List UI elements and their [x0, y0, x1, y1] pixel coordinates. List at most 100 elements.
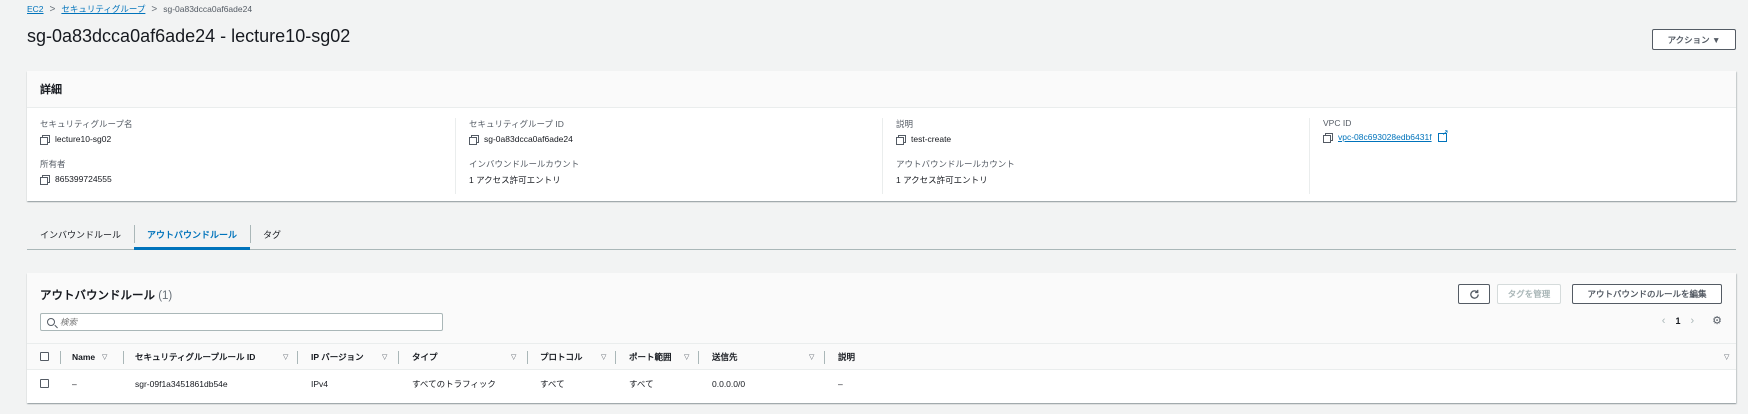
- manage-tags-button[interactable]: タグを管理: [1497, 284, 1561, 304]
- description-value-row: test-create: [896, 134, 952, 145]
- column-header-description[interactable]: 説明: [838, 344, 855, 369]
- cell-protocol: すべて: [540, 378, 565, 389]
- copy-icon[interactable]: [40, 134, 50, 145]
- vpc-id-link[interactable]: vpc-08c693028edb6431f: [1338, 132, 1432, 142]
- sort-icon[interactable]: ▽: [684, 353, 689, 361]
- select-all-checkbox[interactable]: [40, 352, 49, 361]
- select-all-checkbox-cell: [40, 344, 49, 369]
- copy-icon[interactable]: [896, 134, 906, 145]
- description-value: test-create: [911, 134, 952, 144]
- sg-name-value-row: lecture10-sg02: [40, 134, 132, 145]
- cell-type: すべてのトラフィック: [412, 378, 496, 389]
- details-column-1: セキュリティグループ名 lecture10-sg02 所有者 865399724…: [27, 118, 454, 194]
- details-grid: セキュリティグループ名 lecture10-sg02 所有者 865399724…: [27, 108, 1736, 201]
- actions-button[interactable]: アクション ▼: [1652, 29, 1736, 50]
- tab-inbound-rules[interactable]: インバウンドルール: [27, 220, 134, 249]
- cell-port-range: すべて: [629, 378, 654, 389]
- column-header-destination[interactable]: 送信先: [712, 344, 738, 369]
- search-icon: [47, 318, 55, 326]
- column-header-ip-version[interactable]: IP バージョン: [311, 344, 364, 369]
- tab-outbound-rules[interactable]: アウトバウンドルール: [134, 220, 251, 250]
- tab-tags[interactable]: タグ: [250, 220, 294, 249]
- column-divider[interactable]: [698, 351, 699, 364]
- vpc-id-label: VPC ID: [1323, 118, 1352, 128]
- table-header: Name ▽ セキュリティグループルール ID ▽ IP バージョン ▽ タイプ…: [27, 343, 1736, 370]
- edit-outbound-rules-button[interactable]: アウトバウンドのルールを編集: [1572, 284, 1722, 304]
- cell-destination: 0.0.0.0/0: [712, 378, 746, 389]
- cell-rule-id: sgr-09f1a3451861db54e: [135, 378, 228, 389]
- details-column-2: セキュリティグループ ID sg-0a83dcca0af6ade24 インバウン…: [455, 118, 882, 194]
- sg-id-label: セキュリティグループ ID: [469, 119, 564, 129]
- search-field[interactable]: [40, 313, 443, 331]
- outbound-count-value: 1 アクセス許可エントリ: [896, 175, 988, 185]
- cell-ip-version: IPv4: [311, 378, 329, 389]
- description-item: 説明 test-create: [896, 118, 952, 145]
- outbound-rules-panel: アウトバウンドルール (1) タグを管理 アウトバウンドのルールを編集 ‹ 1 …: [27, 273, 1736, 403]
- sort-icon[interactable]: ▽: [283, 353, 288, 361]
- copy-icon[interactable]: [469, 134, 479, 145]
- row-checkbox-cell: [40, 370, 49, 397]
- breadcrumb-separator: >: [151, 3, 158, 15]
- row-checkbox[interactable]: [40, 379, 49, 388]
- sg-id-value-row: sg-0a83dcca0af6ade24: [469, 134, 573, 145]
- rules-title: アウトバウンドルール (1): [40, 287, 172, 303]
- gear-icon[interactable]: ⚙: [1712, 314, 1722, 327]
- breadcrumb: EC2 > セキュリティグループ > sg-0a83dcca0af6ade24: [27, 3, 252, 15]
- column-divider[interactable]: [398, 351, 399, 364]
- column-divider[interactable]: [123, 351, 124, 364]
- sort-icon[interactable]: ▽: [809, 353, 814, 361]
- column-divider[interactable]: [297, 351, 298, 364]
- current-page-number[interactable]: 1: [1675, 316, 1680, 326]
- table-row: – sgr-09f1a3451861db54e IPv4 すべてのトラフィック …: [27, 370, 1736, 397]
- inbound-count-label: インバウンドルールカウント: [469, 159, 580, 169]
- refresh-button[interactable]: [1458, 284, 1490, 304]
- cell-name: –: [72, 378, 77, 389]
- owner-value: 865399724555: [55, 174, 112, 184]
- copy-icon[interactable]: [1323, 132, 1333, 143]
- inbound-count-item: インバウンドルールカウント 1 アクセス許可エントリ: [469, 158, 579, 186]
- sg-id-item: セキュリティグループ ID sg-0a83dcca0af6ade24: [469, 118, 573, 145]
- search-input[interactable]: [60, 317, 420, 327]
- sort-icon[interactable]: ▽: [382, 353, 387, 361]
- sort-icon[interactable]: ▽: [601, 353, 606, 361]
- details-column-4: VPC ID vpc-08c693028edb6431f: [1309, 118, 1736, 194]
- column-header-protocol[interactable]: プロトコル: [540, 344, 583, 369]
- sort-icon[interactable]: ▽: [102, 353, 107, 361]
- column-header-rule-id[interactable]: セキュリティグループルール ID: [135, 344, 255, 369]
- external-link-icon[interactable]: [1437, 128, 1449, 142]
- copy-icon[interactable]: [40, 174, 50, 185]
- column-divider[interactable]: [824, 351, 825, 364]
- previous-page-icon[interactable]: ‹: [1662, 315, 1666, 327]
- outbound-count-item: アウトバウンドルールカウント 1 アクセス許可エントリ: [896, 158, 1015, 186]
- column-header-name[interactable]: Name: [72, 344, 95, 369]
- refresh-icon: [1469, 289, 1479, 299]
- vpc-id-value-row: vpc-08c693028edb6431f: [1323, 128, 1449, 143]
- rules-header: アウトバウンドルール (1) タグを管理 アウトバウンドのルールを編集 ‹ 1 …: [27, 273, 1736, 343]
- column-header-type[interactable]: タイプ: [412, 344, 438, 369]
- pagination: ‹ 1 › ⚙: [1662, 314, 1722, 328]
- owner-label: 所有者: [40, 159, 66, 169]
- breadcrumb-ec2-link[interactable]: EC2: [27, 4, 44, 14]
- sort-icon[interactable]: ▽: [511, 353, 516, 361]
- breadcrumb-security-groups-link[interactable]: セキュリティグループ: [61, 3, 145, 15]
- owner-item: 所有者 865399724555: [40, 158, 112, 185]
- vpc-id-item: VPC ID vpc-08c693028edb6431f: [1323, 118, 1449, 143]
- sort-icon[interactable]: ▽: [1724, 353, 1729, 361]
- details-column-3: 説明 test-create アウトバウンドルールカウント 1 アクセス許可エン…: [882, 118, 1309, 194]
- rules-tabs: インバウンドルール アウトバウンドルール タグ: [27, 220, 1736, 250]
- page-title: sg-0a83dcca0af6ade24 - lecture10-sg02: [27, 26, 351, 46]
- column-header-port-range[interactable]: ポート範囲: [629, 344, 672, 369]
- column-divider[interactable]: [615, 351, 616, 364]
- sg-name-label: セキュリティグループ名: [40, 119, 133, 129]
- breadcrumb-current: sg-0a83dcca0af6ade24: [163, 4, 253, 14]
- cell-description: –: [838, 378, 843, 389]
- sg-name-value: lecture10-sg02: [55, 134, 112, 144]
- sg-name-item: セキュリティグループ名 lecture10-sg02: [40, 118, 133, 145]
- next-page-icon[interactable]: ›: [1690, 315, 1694, 327]
- sg-id-value: sg-0a83dcca0af6ade24: [484, 134, 573, 144]
- rules-count: (1): [158, 290, 173, 302]
- rules-title-text: アウトバウンドルール: [40, 290, 155, 302]
- details-header: 詳細: [27, 71, 1736, 108]
- breadcrumb-separator: >: [49, 3, 56, 15]
- column-divider[interactable]: [527, 351, 528, 364]
